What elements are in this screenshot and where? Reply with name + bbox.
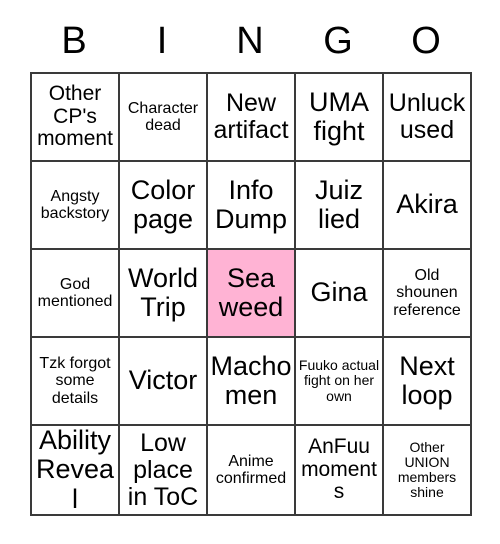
bingo-cell-label: New artifact: [213, 89, 289, 144]
bingo-cell-label: AnFuu moments: [301, 434, 377, 504]
bingo-cell-label: Next loop: [399, 350, 455, 410]
bingo-cell-r4-c1[interactable]: Tzk forgot some details: [32, 338, 120, 426]
bingo-cell-r2-c4[interactable]: Juiz lied: [296, 162, 384, 250]
bingo-cell-label: Akira: [396, 189, 458, 220]
bingo-cell-r1-c1[interactable]: Other CP's moment: [32, 74, 120, 162]
bingo-cell-r2-c3[interactable]: Info Dump: [208, 162, 296, 250]
bingo-cell-r4-c2[interactable]: Victor: [120, 338, 208, 426]
bingo-cell-r3-c2[interactable]: World Trip: [120, 250, 208, 338]
bingo-cell-r5-c2[interactable]: Low place in ToC: [120, 426, 208, 516]
bingo-cell-r5-c3[interactable]: Anime confirmed: [208, 426, 296, 516]
bingo-cell-label: Victor: [128, 365, 198, 396]
bingo-cell-r5-c1[interactable]: Ability Reveal: [32, 426, 120, 516]
bingo-cell-label: Sea weed: [218, 262, 284, 322]
bingo-cell-label: Info Dump: [214, 174, 288, 234]
bingo-cell-r3-c4[interactable]: Gina: [296, 250, 384, 338]
bingo-cell-r4-c5[interactable]: Next loop: [384, 338, 472, 426]
bingo-cell-label: Juiz lied: [314, 174, 363, 234]
bingo-cell-label: Tzk forgot some details: [39, 355, 111, 407]
bingo-cell-label: Fuuko actual fight on her own: [298, 357, 380, 404]
bingo-cell-r1-c5[interactable]: Unluck used: [384, 74, 472, 162]
bingo-header-letter-b: B: [61, 20, 87, 62]
bingo-cell-r1-c4[interactable]: UMA fight: [296, 74, 384, 162]
bingo-header-letter-o: O: [411, 20, 441, 62]
bingo-cell-r3-c3[interactable]: Sea weed: [208, 250, 296, 338]
bingo-cell-r3-c5[interactable]: Old shounen reference: [384, 250, 472, 338]
bingo-cell-r2-c2[interactable]: Color page: [120, 162, 208, 250]
bingo-cell-r5-c4[interactable]: AnFuu moments: [296, 426, 384, 516]
bingo-cell-r2-c1[interactable]: Angsty backstory: [32, 162, 120, 250]
bingo-cell-label: Gina: [310, 277, 368, 308]
bingo-cell-label: Other CP's moment: [37, 81, 113, 151]
bingo-cell-label: Ability Reveal: [35, 426, 115, 514]
bingo-cell-label: Unluck used: [388, 89, 466, 144]
bingo-header-letter-g: G: [323, 20, 353, 62]
bingo-cell-r1-c2[interactable]: Character dead: [120, 74, 208, 162]
bingo-cell-label: World Trip: [127, 262, 199, 322]
bingo-cell-r4-c3[interactable]: Macho men: [208, 338, 296, 426]
bingo-cell-label: Macho men: [210, 350, 292, 410]
bingo-cell-label: Angsty backstory: [40, 187, 110, 222]
bingo-cell-r4-c4[interactable]: Fuuko actual fight on her own: [296, 338, 384, 426]
bingo-cell-r3-c1[interactable]: God mentioned: [32, 250, 120, 338]
bingo-card: B I N G O Other CP's moment Character dead New…: [0, 0, 500, 544]
bingo-cell-r1-c3[interactable]: New artifact: [208, 74, 296, 162]
bingo-cell-label: Anime confirmed: [215, 452, 287, 487]
bingo-cell-label: UMA fight: [309, 86, 369, 146]
bingo-cell-label: Old shounen reference: [393, 267, 461, 319]
bingo-cell-label: Low place in ToC: [127, 428, 199, 511]
bingo-cell-label: God mentioned: [37, 275, 113, 310]
bingo-cell-r5-c5[interactable]: Other UNION members shine: [384, 426, 472, 516]
bingo-grid: Other CP's moment Character dead New artif…: [30, 72, 472, 516]
bingo-cell-label: Color page: [130, 174, 196, 234]
bingo-cell-label: Character dead: [127, 99, 199, 134]
bingo-header-letter-i: I: [156, 20, 168, 62]
bingo-cell-r2-c5[interactable]: Akira: [384, 162, 472, 250]
bingo-cell-label: Other UNION members shine: [397, 438, 457, 501]
bingo-header: BINGO: [30, 12, 470, 70]
bingo-header-letter-n: N: [236, 20, 264, 62]
